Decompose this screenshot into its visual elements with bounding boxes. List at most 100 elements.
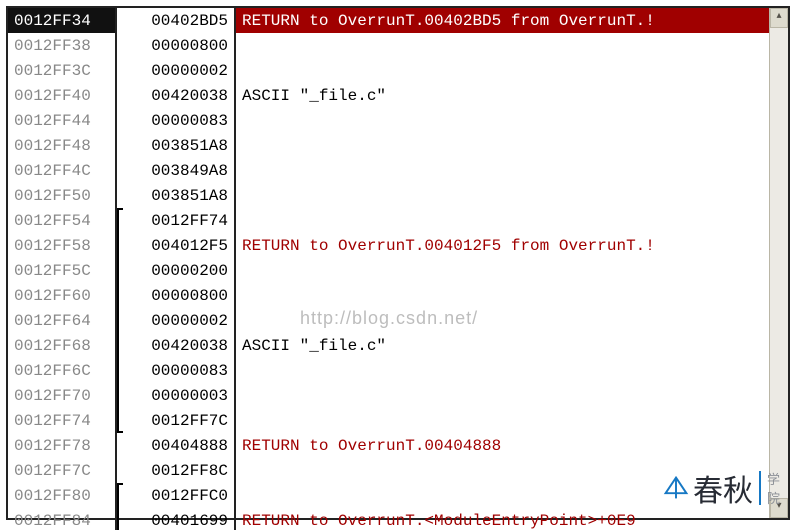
address-cell: 0012FF7C (8, 458, 116, 483)
comment-cell (235, 483, 788, 508)
value-text: 00404888 (151, 437, 228, 455)
address-cell: 0012FF68 (8, 333, 116, 358)
value-cell: 003851A8 (116, 133, 235, 158)
address-cell: 0012FF5C (8, 258, 116, 283)
value-text: 00000003 (151, 387, 228, 405)
frame-bracket (117, 258, 123, 283)
value-text: 00000200 (151, 262, 228, 280)
frame-bracket (117, 283, 123, 308)
stack-table: 0012FF3400402BD5RETURN to OverrunT.00402… (8, 8, 788, 530)
value-cell: 00420038 (116, 83, 235, 108)
value-text: 00000083 (151, 362, 228, 380)
stack-row[interactable]: 0012FF48003851A8 (8, 133, 788, 158)
scroll-up-button[interactable]: ▴ (770, 8, 788, 28)
return-comment-cell: RETURN to OverrunT.00404888 (235, 433, 788, 458)
value-cell: 0012FFC0 (116, 483, 235, 508)
stack-row[interactable]: 0012FF7C 0012FF8C (8, 458, 788, 483)
address-cell: 0012FF54 (8, 208, 116, 233)
value-cell: 00000083 (116, 358, 235, 383)
value-cell: 0012FF74 (116, 208, 235, 233)
address-cell: 0012FF70 (8, 383, 116, 408)
address-cell: 0012FF60 (8, 283, 116, 308)
value-text: 0012FF74 (151, 212, 228, 230)
frame-bracket (117, 233, 123, 258)
stack-row[interactable]: 0012FF4C 003849A8 (8, 158, 788, 183)
stack-row[interactable]: 0012FF7800404888RETURN to OverrunT.00404… (8, 433, 788, 458)
stack-row[interactable]: 0012FF64 00000002 (8, 308, 788, 333)
frame-bracket (117, 308, 123, 333)
return-comment-cell: RETURN to OverrunT.004012F5 from Overrun… (235, 233, 788, 258)
value-text: 00000083 (151, 112, 228, 130)
value-text: 00000002 (151, 312, 228, 330)
stack-row[interactable]: 0012FF5C 00000200 (8, 258, 788, 283)
value-text: 00000002 (151, 62, 228, 80)
value-cell: 00000002 (116, 308, 235, 333)
address-cell: 0012FF4C (8, 158, 116, 183)
value-text: 0012FF8C (151, 462, 228, 480)
stack-panel: 0012FF3400402BD5RETURN to OverrunT.00402… (6, 6, 790, 520)
stack-row[interactable]: 0012FF4000420038ASCII "_file.c" (8, 83, 788, 108)
frame-bracket (117, 333, 123, 358)
value-text: 003849A8 (151, 162, 228, 180)
address-cell: 0012FF44 (8, 108, 116, 133)
frame-bracket (117, 383, 123, 408)
value-cell: 0012FF7C (116, 408, 235, 433)
value-text: 00402BD5 (151, 12, 228, 30)
return-comment-cell: RETURN to OverrunT.<ModuleEntryPoint>+0E… (235, 508, 788, 530)
stack-row[interactable]: 0012FF54 0012FF74 (8, 208, 788, 233)
address-cell: 0012FF74 (8, 408, 116, 433)
frame-bracket (117, 208, 123, 233)
comment-cell (235, 133, 788, 158)
value-cell: 00000800 (116, 33, 235, 58)
stack-row[interactable]: 0012FF3400402BD5RETURN to OverrunT.00402… (8, 8, 788, 33)
value-text: 00000800 (151, 37, 228, 55)
comment-cell (235, 383, 788, 408)
stack-row[interactable]: 0012FF58004012F5RETURN to OverrunT.00401… (8, 233, 788, 258)
value-cell: 00000200 (116, 258, 235, 283)
comment-cell (235, 183, 788, 208)
value-text: 00420038 (151, 337, 228, 355)
address-cell: 0012FF84 (8, 508, 116, 530)
stack-row[interactable]: 0012FF50003851A8 (8, 183, 788, 208)
value-cell: 003849A8 (116, 158, 235, 183)
comment-cell (235, 158, 788, 183)
value-text: 0012FF7C (151, 412, 228, 430)
stack-row[interactable]: 0012FF74 0012FF7C (8, 408, 788, 433)
stack-row[interactable]: 0012FF38 00000800 (8, 33, 788, 58)
stack-row[interactable]: 0012FF6000000800 (8, 283, 788, 308)
address-cell: 0012FF34 (8, 8, 116, 33)
comment-cell (235, 458, 788, 483)
scroll-down-button[interactable]: ▾ (770, 498, 788, 518)
stack-row[interactable]: 0012FF44 00000083 (8, 108, 788, 133)
comment-cell (235, 108, 788, 133)
address-cell: 0012FF38 (8, 33, 116, 58)
value-cell: 00404888 (116, 433, 235, 458)
address-cell: 0012FF50 (8, 183, 116, 208)
comment-cell (235, 258, 788, 283)
comment-cell: ASCII "_file.c" (235, 83, 788, 108)
comment-cell (235, 33, 788, 58)
value-text: 00420038 (151, 87, 228, 105)
value-cell: 003851A8 (116, 183, 235, 208)
value-cell: 00000800 (116, 283, 235, 308)
address-cell: 0012FF80 (8, 483, 116, 508)
address-cell: 0012FF64 (8, 308, 116, 333)
value-cell: 00000003 (116, 383, 235, 408)
stack-row[interactable]: 0012FF6C00000083 (8, 358, 788, 383)
value-text: 004012F5 (151, 237, 228, 255)
stack-row[interactable]: 0012FF3C00000002 (8, 58, 788, 83)
vertical-scrollbar[interactable]: ▴ ▾ (769, 8, 788, 518)
frame-bracket (117, 508, 123, 530)
comment-cell (235, 358, 788, 383)
frame-bracket (117, 408, 123, 433)
value-cell: 0012FF8C (116, 458, 235, 483)
value-cell: 004012F5 (116, 233, 235, 258)
stack-row[interactable]: 0012FF68 00420038 ASCII "_file.c" (8, 333, 788, 358)
comment-cell (235, 58, 788, 83)
stack-row[interactable]: 0012FF8400401699RETURN to OverrunT.<Modu… (8, 508, 788, 530)
stack-row[interactable]: 0012FF800012FFC0 (8, 483, 788, 508)
value-cell: 00000002 (116, 58, 235, 83)
comment-cell: ASCII "_file.c" (235, 333, 788, 358)
stack-row[interactable]: 0012FF70 00000003 (8, 383, 788, 408)
value-text: 003851A8 (151, 137, 228, 155)
